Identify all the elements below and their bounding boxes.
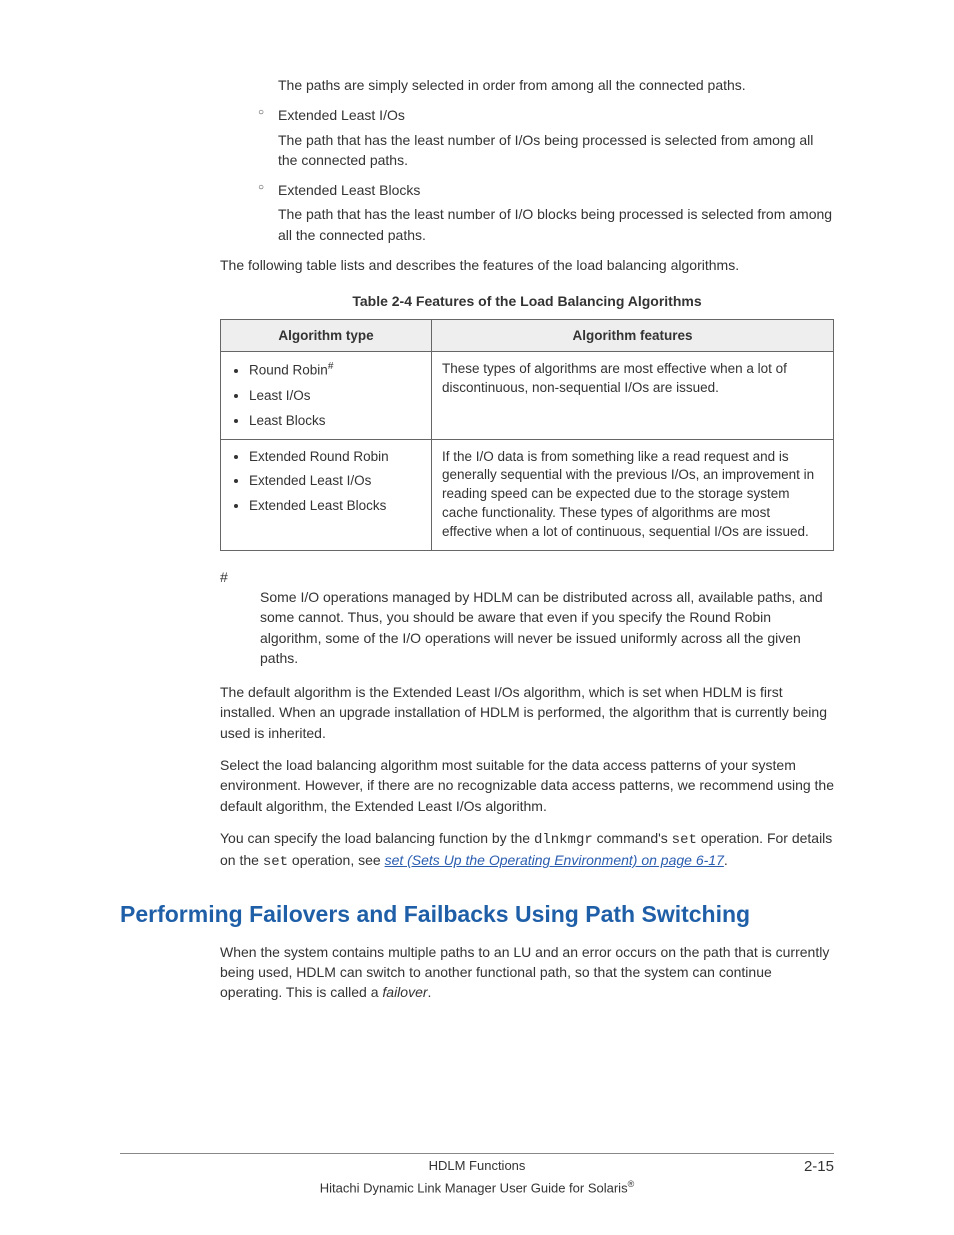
alg-round-robin: Round Robin#: [249, 360, 421, 380]
table-header-algorithm-features: Algorithm features: [432, 320, 834, 352]
page-footer: HDLM Functions 2-15 Hitachi Dynamic Link…: [120, 1153, 834, 1195]
footnote-body: Some I/O operations managed by HDLM can …: [260, 587, 834, 668]
code-set: set: [672, 832, 697, 848]
paragraph-command: You can specify the load balancing funct…: [220, 828, 834, 873]
alg-least-blocks: Least Blocks: [249, 412, 421, 431]
alg-features-2: If the I/O data is from something like a…: [432, 439, 834, 550]
bullet-title: Extended Least I/Os: [278, 107, 405, 123]
paragraph-default-algorithm: The default algorithm is the Extended Le…: [220, 682, 834, 743]
link-set-operation[interactable]: set (Sets Up the Operating Environment) …: [385, 852, 724, 868]
features-table: Algorithm type Algorithm features Round …: [220, 319, 834, 551]
section-heading-failovers: Performing Failovers and Failbacks Using…: [120, 901, 834, 928]
footer-section-title: HDLM Functions: [180, 1158, 774, 1175]
alg-ext-round-robin: Extended Round Robin: [249, 448, 421, 467]
section-paragraph: When the system contains multiple paths …: [220, 942, 834, 1003]
bullet-title: Extended Least Blocks: [278, 182, 420, 198]
bullet-body: The path that has the least number of I/…: [278, 130, 834, 171]
footer-doc-title: Hitachi Dynamic Link Manager User Guide …: [120, 1179, 834, 1195]
alg-ext-least-blocks: Extended Least Blocks: [249, 497, 421, 516]
alg-ext-least-ios: Extended Least I/Os: [249, 472, 421, 491]
table-caption: Table 2-4 Features of the Load Balancing…: [220, 293, 834, 309]
bullet-extended-least-ios: Extended Least I/Os: [258, 105, 834, 125]
code-dlnkmgr: dlnkmgr: [534, 832, 593, 848]
alg-features-1: These types of algorithms are most effec…: [432, 352, 834, 439]
footnote-marker: #: [220, 569, 834, 585]
alg-least-ios: Least I/Os: [249, 387, 421, 406]
page-number: 2-15: [774, 1158, 834, 1175]
table-header-algorithm-type: Algorithm type: [221, 320, 432, 352]
bullet-extended-least-blocks: Extended Least Blocks: [258, 180, 834, 200]
table-row: Round Robin# Least I/Os Least Blocks The…: [221, 352, 834, 439]
intro-continuation: The paths are simply selected in order f…: [278, 75, 834, 95]
paragraph-select-algorithm: Select the load balancing algorithm most…: [220, 755, 834, 816]
bullet-body: The path that has the least number of I/…: [278, 204, 834, 245]
term-failover: failover: [382, 984, 427, 1000]
code-set: set: [263, 854, 288, 870]
table-lead-text: The following table lists and describes …: [220, 255, 834, 275]
table-row: Extended Round Robin Extended Least I/Os…: [221, 439, 834, 550]
